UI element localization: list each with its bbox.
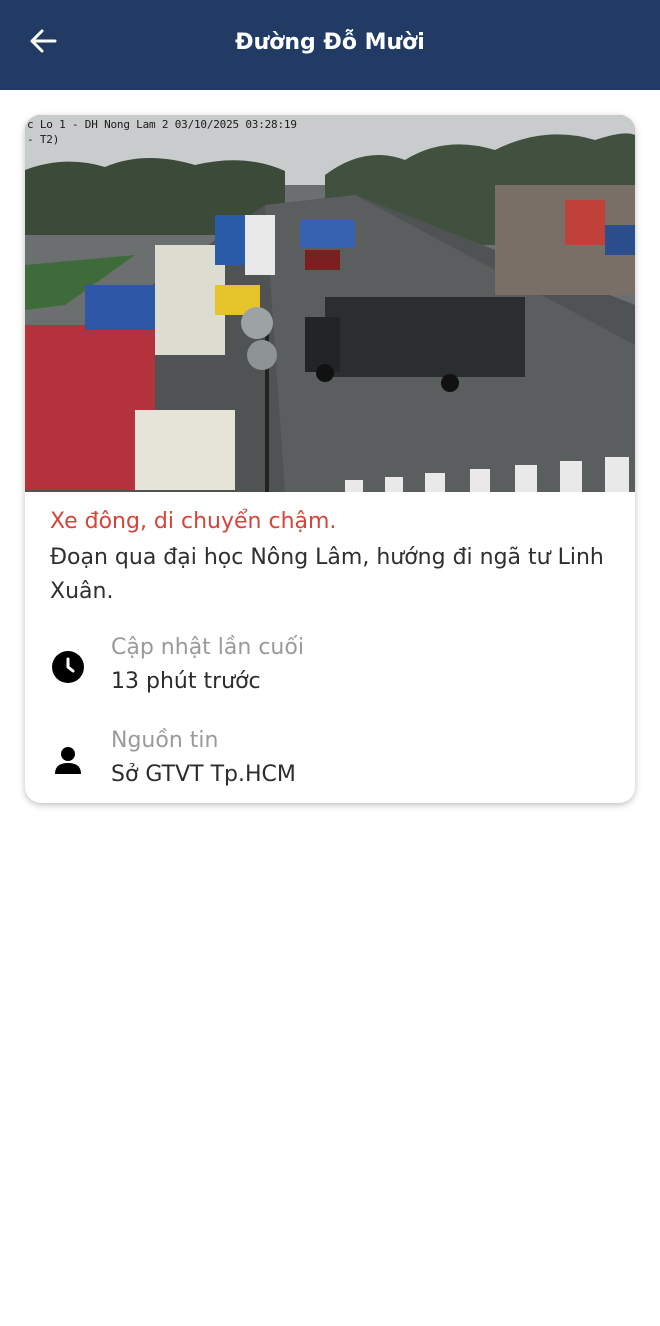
clock-icon — [50, 649, 86, 685]
source-row: Nguồn tin Sở GTVT Tp.HCM — [25, 728, 635, 798]
person-icon — [50, 742, 86, 778]
report-description: Đoạn qua đại học Nông Lâm, hướng đi ngã … — [50, 545, 604, 604]
camera-timestamp-overlay: c Lo 1 - DH Nong Lam 2 03/10/2025 03:28:… — [25, 115, 635, 149]
camera-overlay-line2: - T2) — [27, 133, 60, 146]
last-updated-row: Cập nhật lần cuối 13 phút trước — [25, 635, 635, 705]
arrow-left-icon — [30, 29, 57, 53]
traffic-camera-image[interactable]: c Lo 1 - DH Nong Lam 2 03/10/2025 03:28:… — [25, 115, 635, 492]
traffic-report-card: c Lo 1 - DH Nong Lam 2 03/10/2025 03:28:… — [25, 115, 635, 803]
app-bar: Đường Đỗ Mười — [0, 0, 660, 90]
last-updated-label: Cập nhật lần cuối — [111, 635, 304, 660]
source-value: Sở GTVT Tp.HCM — [111, 762, 296, 787]
source-label: Nguồn tin — [111, 728, 219, 753]
camera-scene — [25, 115, 635, 492]
back-button[interactable] — [20, 21, 66, 61]
last-updated-value: 13 phút trước — [111, 669, 261, 694]
page-title: Đường Đỗ Mười — [235, 29, 425, 55]
camera-overlay-line1: c Lo 1 - DH Nong Lam 2 03/10/2025 03:28:… — [27, 118, 297, 131]
traffic-status: Xe đông, di chuyển chậm. — [50, 509, 337, 534]
